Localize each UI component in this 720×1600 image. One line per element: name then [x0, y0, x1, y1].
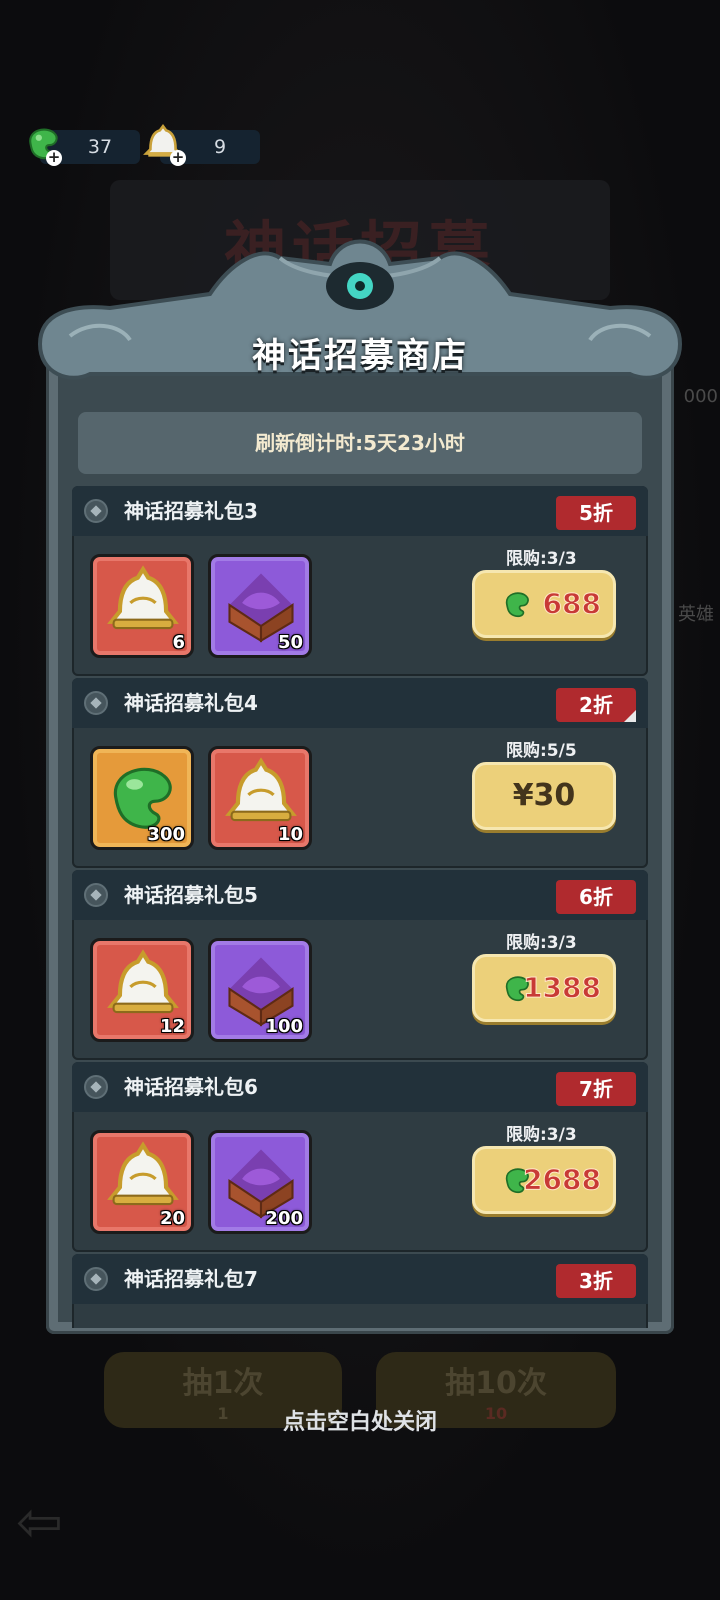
item-bell[interactable]: 20: [90, 1130, 194, 1234]
price-value: 2688: [523, 1163, 602, 1197]
price-value: 1388: [523, 971, 602, 1005]
pack-name: 神话招募礼包3: [124, 499, 258, 523]
diamond-bullet-icon: [84, 1267, 108, 1291]
pack-name: 神话招募礼包7: [124, 1267, 258, 1291]
close-hint[interactable]: 点击空白处关闭: [0, 1404, 720, 1436]
item-jade-gem[interactable]: 300: [90, 746, 194, 850]
discount-badge: 6折: [556, 880, 636, 914]
purchase-limit: 限购:3/3: [506, 933, 577, 953]
pack-name: 神话招募礼包4: [124, 691, 258, 715]
draw-ten-label: 抽10次: [445, 1366, 547, 1401]
currency-bell-value: 9: [213, 136, 227, 158]
currency-bell[interactable]: + 9: [143, 124, 260, 166]
item-bell[interactable]: 6: [90, 554, 194, 658]
currency-jade[interactable]: + 37: [29, 128, 140, 166]
item-bell[interactable]: 10: [208, 746, 312, 850]
discount-badge: 5折: [556, 496, 636, 530]
draw-once-label: 抽1次: [182, 1366, 264, 1401]
item-quantity: 10: [277, 824, 303, 845]
item-quantity: 12: [159, 1016, 185, 1037]
item-quantity: 300: [147, 824, 185, 845]
purchase-limit: 限购:3/3: [506, 549, 577, 569]
buy-button[interactable]: ¥30: [472, 762, 616, 830]
pack-name: 神话招募礼包5: [124, 883, 258, 907]
discount-badge: 7折: [556, 1072, 636, 1106]
diamond-bullet-icon: [84, 1075, 108, 1099]
diamond-bullet-icon: [84, 499, 108, 523]
pack-card: 神话招募礼包6 7折 20 200 限购:3/3 2688: [72, 1062, 648, 1252]
purchase-limit: 限购:3/3: [506, 1125, 577, 1145]
pack-header: 神话招募礼包3 5折: [72, 486, 648, 536]
item-quantity: 50: [277, 632, 303, 653]
pack-name: 神话招募礼包6: [124, 1075, 258, 1099]
purchase-limit: 限购:5/5: [506, 741, 577, 761]
buy-button[interactable]: 1388: [472, 954, 616, 1022]
item-chest[interactable]: 50: [208, 554, 312, 658]
shop-title: 神话招募商店: [252, 336, 468, 376]
back-arrow-icon: ⇦: [16, 1490, 63, 1555]
pack-card: 神话招募礼包3 5折 6 50 限购:3/3 688: [72, 486, 648, 676]
pack-list[interactable]: 神话招募礼包3 5折 6 50 限购:3/3 688 神话招募礼包4 2折 30…: [72, 486, 648, 1328]
diamond-bullet-icon: [84, 691, 108, 715]
pack-header: 神话招募礼包7 3折: [72, 1254, 648, 1304]
refresh-countdown: 刷新倒计时:5天23小时: [78, 412, 642, 474]
item-quantity: 20: [159, 1208, 185, 1229]
item-quantity: 6: [172, 632, 185, 653]
pack-card: 神话招募礼包4 2折 300 10 限购:5/5 ¥30: [72, 678, 648, 868]
jade-gem-icon: [505, 592, 529, 618]
discount-badge: 2折: [556, 688, 636, 722]
buy-button[interactable]: 2688: [472, 1146, 616, 1214]
diamond-bullet-icon: [84, 883, 108, 907]
pack-header: 神话招募礼包6 7折: [72, 1062, 648, 1112]
price-value: ¥30: [512, 778, 576, 813]
item-chest[interactable]: 100: [208, 938, 312, 1042]
price-value: 688: [542, 587, 601, 621]
pack-header: 神话招募礼包5 6折: [72, 870, 648, 920]
currency-jade-value: 37: [87, 136, 113, 158]
discount-badge: 3折: [556, 1264, 636, 1298]
pack-card: 神话招募礼包5 6折 12 100 限购:3/3 1388: [72, 870, 648, 1060]
pack-header: 神话招募礼包4 2折: [72, 678, 648, 728]
background-side-label: 英雄: [678, 604, 714, 625]
item-quantity: 200: [265, 1208, 303, 1229]
buy-button[interactable]: 688: [472, 570, 616, 638]
item-chest[interactable]: 200: [208, 1130, 312, 1234]
item-quantity: 100: [265, 1016, 303, 1037]
item-bell[interactable]: 12: [90, 938, 194, 1042]
pack-card: 神话招募礼包7 3折: [72, 1254, 648, 1328]
